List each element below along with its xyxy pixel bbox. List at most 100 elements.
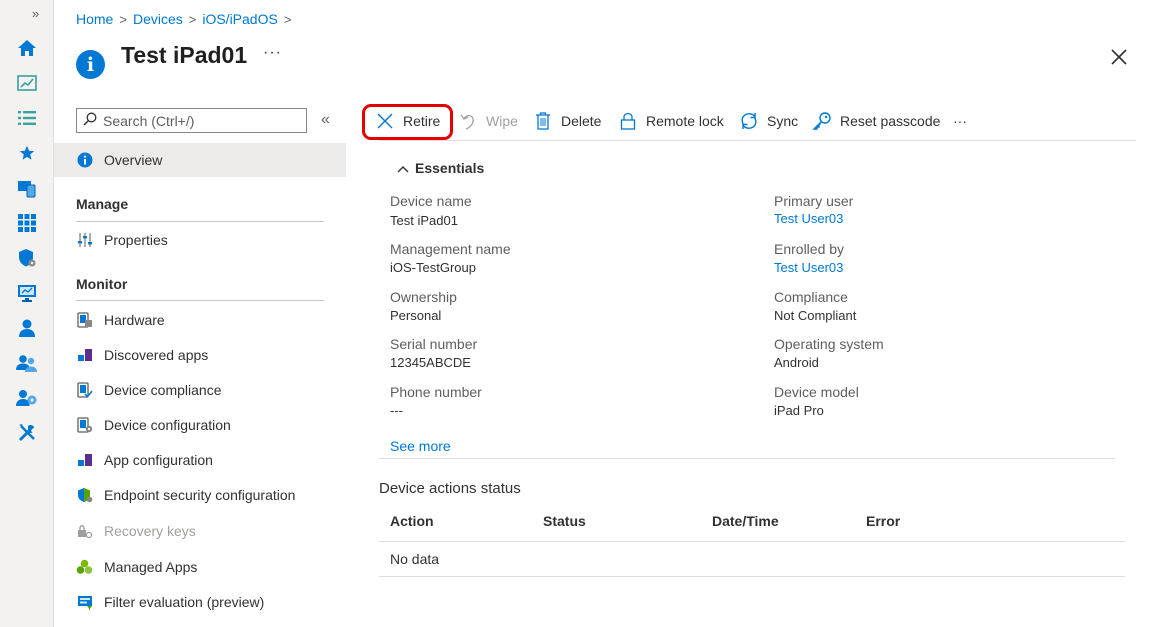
breadcrumb-ios-ipados[interactable]: iOS/iPadOS — [202, 11, 277, 27]
menu-item-label: Device configuration — [104, 417, 231, 433]
retire-label: Retire — [403, 112, 441, 129]
wipe-label: Wipe — [486, 112, 518, 129]
reset-passcode-button[interactable]: Reset passcode — [812, 108, 940, 133]
delete-label: Delete — [561, 112, 602, 129]
serial-number-label: Serial number — [390, 336, 478, 352]
remote-lock-label: Remote lock — [646, 112, 724, 129]
lock-icon — [618, 111, 638, 131]
device-model-value: iPad Pro — [774, 403, 824, 418]
table-bottom-divider — [379, 576, 1125, 577]
devices-icon[interactable] — [16, 177, 38, 199]
more-actions-icon: ··· — [953, 112, 967, 129]
sync-icon — [739, 111, 759, 131]
reset-passcode-label: Reset passcode — [840, 112, 941, 129]
all-services-icon[interactable] — [16, 107, 38, 129]
menu-item-overview[interactable]: Overview — [54, 143, 346, 177]
app-configuration-icon — [76, 452, 93, 469]
device-name-value: Test iPad01 — [390, 213, 458, 228]
ownership-label: Ownership — [390, 289, 457, 305]
menu-item-app-configuration[interactable]: App configuration — [54, 443, 346, 477]
section-divider — [76, 300, 324, 301]
search-icon — [83, 112, 97, 129]
menu-search-input[interactable]: Search (Ctrl+/) — [76, 108, 307, 133]
expand-rail-icon[interactable]: » — [32, 6, 39, 21]
delete-button[interactable]: Delete — [533, 108, 601, 133]
compliance-value: Not Compliant — [774, 308, 857, 323]
menu-item-hardware[interactable]: Hardware — [54, 303, 346, 337]
menu-item-discovered-apps[interactable]: Discovered apps — [54, 338, 346, 372]
menu-item-managed-apps[interactable]: Managed Apps — [54, 550, 346, 584]
key-icon — [812, 111, 832, 131]
discovered-apps-icon — [76, 347, 93, 364]
breadcrumb-devices[interactable]: Devices — [133, 11, 183, 27]
close-icon[interactable] — [1108, 46, 1130, 68]
menu-item-device-configuration[interactable]: Device configuration — [54, 408, 346, 442]
menu-item-endpoint-security-configuration[interactable]: Endpoint security configuration — [54, 478, 346, 512]
phone-number-label: Phone number — [390, 384, 482, 400]
column-header-error[interactable]: Error — [866, 513, 900, 529]
search-placeholder: Search (Ctrl+/) — [103, 112, 195, 129]
column-header-datetime[interactable]: Date/Time — [712, 513, 779, 529]
info-icon — [76, 152, 93, 169]
menu-item-recovery-keys[interactable]: Recovery keys — [54, 514, 346, 548]
favorites-star-icon[interactable] — [16, 142, 38, 164]
operating-system-label: Operating system — [774, 336, 884, 352]
menu-item-properties[interactable]: Properties — [54, 223, 346, 257]
retire-button[interactable]: Retire — [375, 108, 440, 133]
menu-item-label: Discovered apps — [104, 347, 209, 363]
device-actions-status-title: Device actions status — [379, 480, 521, 497]
reports-monitor-icon[interactable] — [16, 282, 38, 304]
serial-number-value: 12345ABCDE — [390, 355, 471, 370]
breadcrumb-home[interactable]: Home — [76, 11, 113, 27]
wipe-button[interactable]: Wipe — [458, 108, 518, 133]
info-icon: i — [76, 50, 105, 79]
portal-nav-rail: » — [0, 0, 54, 627]
endpoint-security-icon[interactable] — [16, 247, 38, 269]
essentials-toggle[interactable]: Essentials — [397, 160, 484, 176]
dashboard-icon[interactable] — [16, 72, 38, 94]
home-icon[interactable] — [16, 37, 38, 59]
apps-grid-icon[interactable] — [16, 212, 38, 234]
primary-user-link[interactable]: Test User03 — [774, 211, 843, 226]
menu-item-filter-evaluation[interactable]: Filter evaluation (preview) — [54, 585, 346, 619]
essentials-divider — [379, 458, 1115, 459]
properties-sliders-icon — [76, 232, 93, 249]
section-divider — [76, 221, 324, 222]
enrolled-by-link[interactable]: Test User03 — [774, 260, 843, 275]
menu-item-label: App configuration — [104, 452, 213, 468]
remote-lock-button[interactable]: Remote lock — [618, 108, 724, 133]
more-actions-button[interactable]: ··· — [953, 108, 967, 133]
section-header-manage: Manage — [76, 196, 129, 212]
ownership-value: Personal — [390, 308, 442, 323]
see-more-link[interactable]: See more — [390, 438, 451, 454]
sync-button[interactable]: Sync — [739, 108, 798, 133]
device-name-label: Device name — [390, 193, 472, 209]
menu-item-label: Hardware — [104, 312, 165, 328]
menu-item-label: Filter evaluation (preview) — [104, 594, 265, 610]
breadcrumb-separator-icon: > — [283, 11, 292, 27]
troubleshooting-tools-icon[interactable] — [16, 422, 38, 444]
groups-icon[interactable] — [16, 352, 38, 374]
title-more-button[interactable]: ··· — [263, 44, 282, 62]
column-header-action[interactable]: Action — [390, 513, 434, 529]
breadcrumb-separator-icon: > — [119, 11, 127, 27]
tenant-admin-icon[interactable] — [16, 387, 38, 409]
chevron-up-icon — [397, 160, 409, 176]
collapse-menu-icon[interactable]: « — [321, 111, 330, 129]
recovery-keys-lock-icon — [76, 523, 93, 540]
users-icon[interactable] — [16, 317, 38, 339]
page-title: Test iPad01 — [121, 42, 248, 68]
column-header-status[interactable]: Status — [543, 513, 586, 529]
hardware-icon — [76, 312, 93, 329]
breadcrumb-separator-icon: > — [188, 11, 197, 27]
compliance-label: Compliance — [774, 289, 848, 305]
menu-item-device-compliance[interactable]: Device compliance — [54, 373, 346, 407]
managed-apps-icon — [76, 559, 93, 576]
menu-item-label: Recovery keys — [104, 523, 196, 539]
menu-item-label: Managed Apps — [104, 559, 198, 575]
breadcrumb: Home > Devices > iOS/iPadOS > — [76, 11, 291, 27]
sync-label: Sync — [767, 112, 799, 129]
primary-user-label: Primary user — [774, 193, 854, 209]
retire-x-icon — [375, 111, 395, 131]
menu-item-label: Properties — [104, 232, 168, 248]
